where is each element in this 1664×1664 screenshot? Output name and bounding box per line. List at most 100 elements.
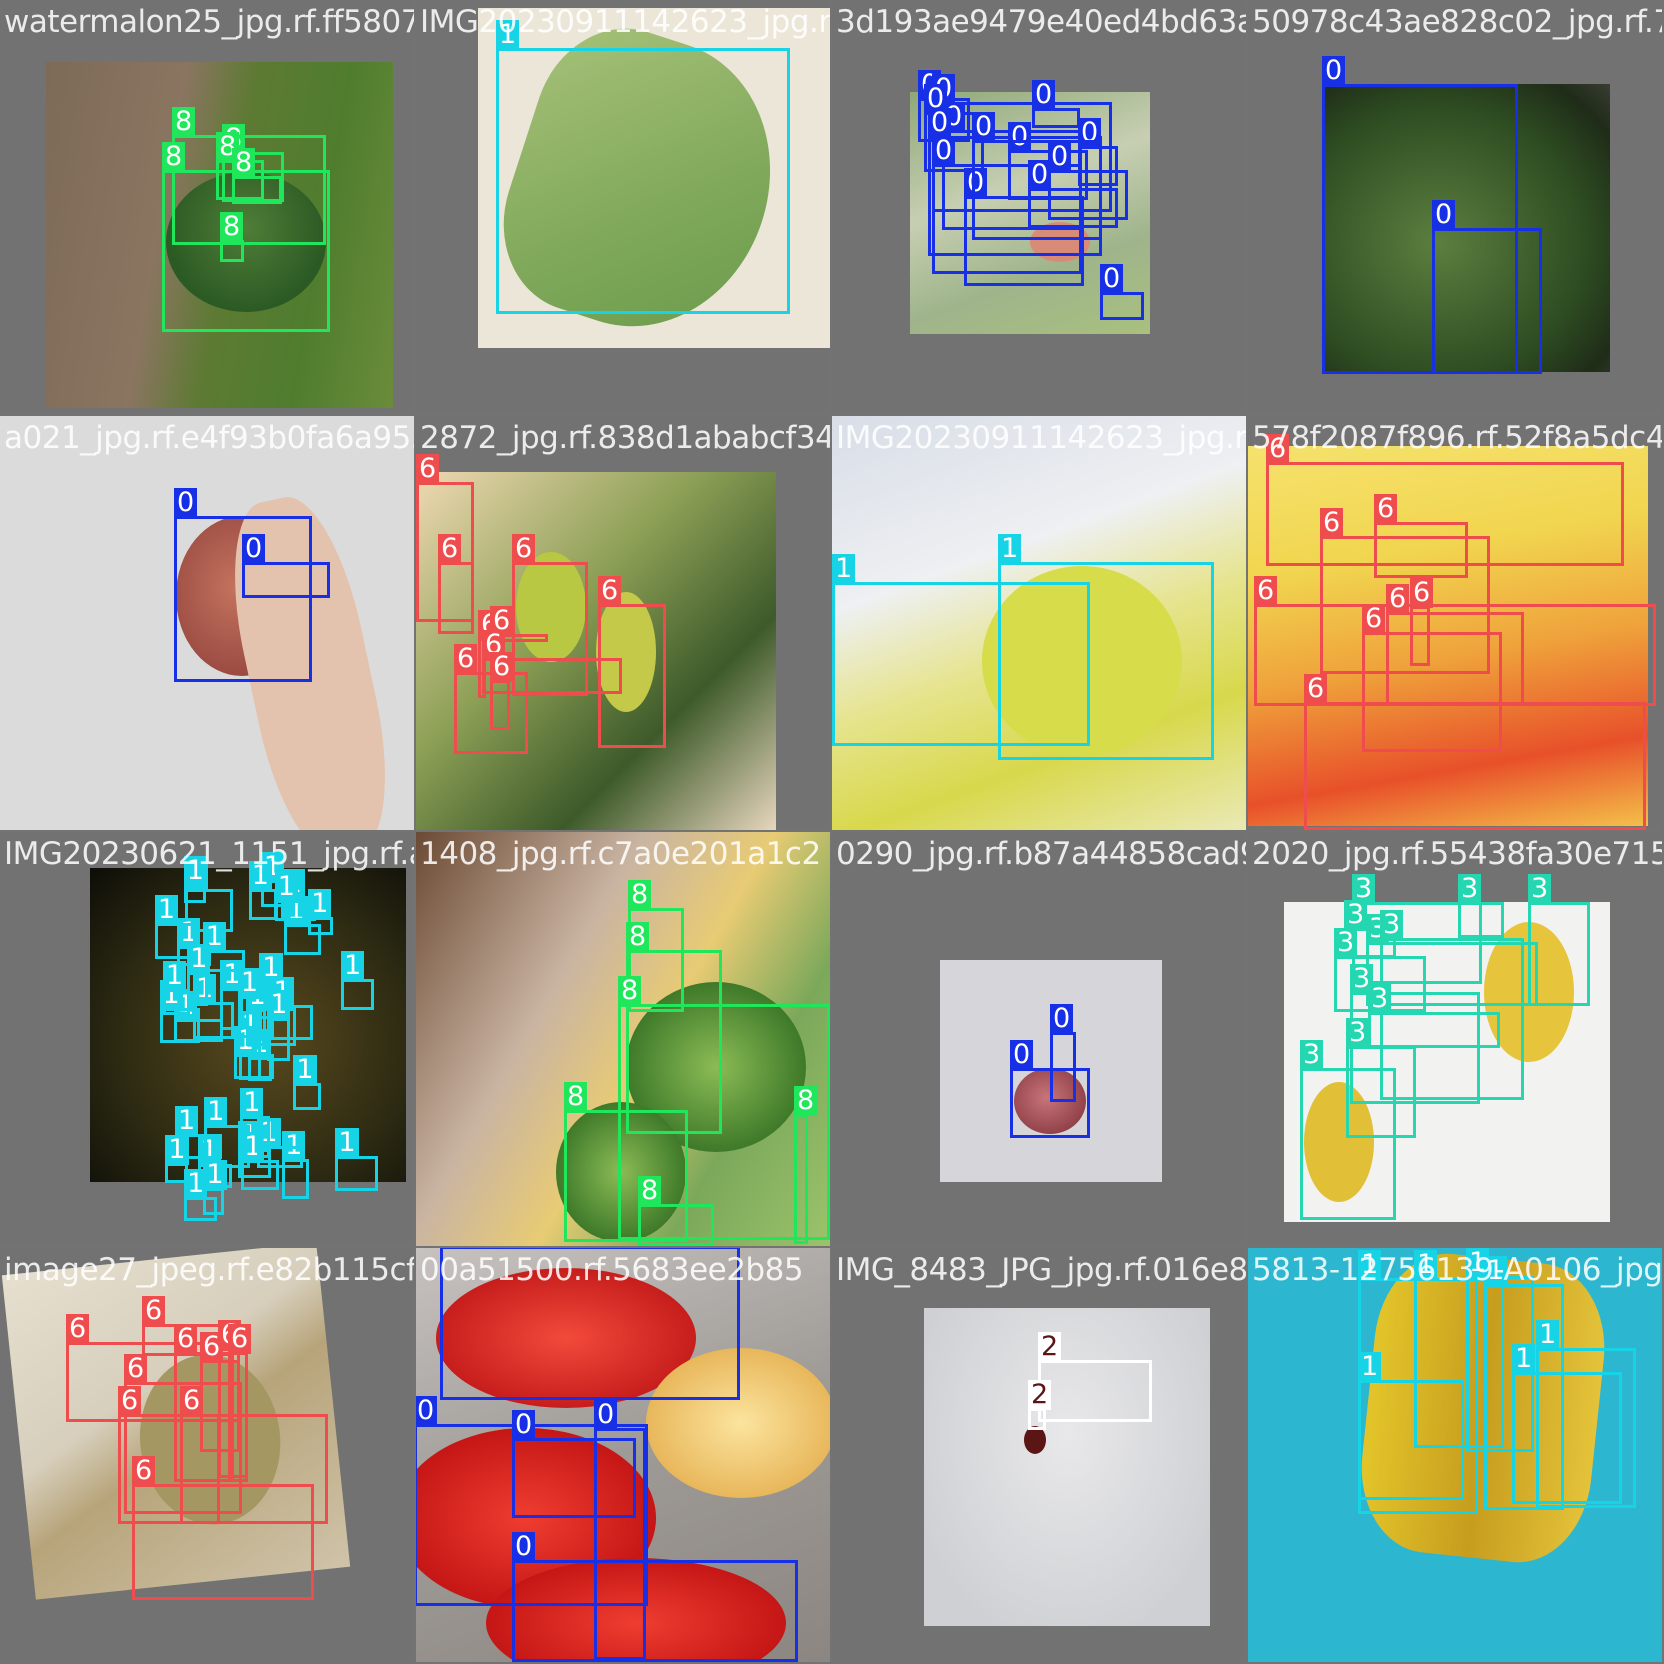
- bbox-label: 1: [1358, 1352, 1382, 1382]
- bbox-label: 1: [175, 1105, 199, 1136]
- bbox-label: 1: [274, 872, 298, 903]
- bbox: 1: [240, 1087, 271, 1158]
- tile-title: 00a51500.rf.5683ee2b85: [420, 1252, 804, 1288]
- bbox-label: 3: [1346, 1018, 1370, 1048]
- tile-title: IMG20230911142623_jpg.rf.0: [420, 4, 830, 40]
- bbox: 6: [1374, 494, 1468, 578]
- bbox-label: 6: [66, 1314, 90, 1344]
- bbox-label: 8: [618, 976, 642, 1006]
- bbox-label: 3: [1458, 874, 1482, 904]
- bbox: 2: [1028, 1380, 1052, 1430]
- bbox-label: 0: [1010, 1040, 1034, 1070]
- bbox: 1: [248, 861, 278, 920]
- tile-hand-apple: a021_jpg.rf.e4f93b0fa6a955 0 0: [0, 416, 414, 830]
- bbox-label: 6: [1386, 584, 1410, 614]
- bbox-label: 1: [308, 889, 332, 920]
- tile-red-apples: 00a51500.rf.5683ee2b85 0 0 0 0 0: [416, 1248, 830, 1662]
- bbox-label: 0: [1032, 80, 1056, 110]
- bbox: 0: [1432, 200, 1542, 374]
- bbox-label: 1: [293, 1054, 317, 1085]
- bbox: 1: [193, 973, 234, 1040]
- bbox-label: 0: [932, 136, 956, 166]
- bbox-label: 8: [172, 107, 196, 137]
- tile-title: IMG20230911142623_jpg.rf.2: [836, 420, 1246, 456]
- tile-green-banana: IMG20230911142623_jpg.rf.0 1: [416, 0, 830, 414]
- bbox: 1: [341, 951, 375, 1011]
- bbox: 0: [972, 112, 1102, 240]
- bbox: 1: [496, 20, 790, 314]
- bbox: 3: [1458, 874, 1504, 938]
- bbox-label: 0: [1432, 200, 1456, 230]
- bbox: 1: [293, 1054, 322, 1111]
- bbox: 6: [438, 534, 474, 634]
- bbox-label: 6: [1410, 578, 1434, 608]
- bbox: 1: [308, 889, 334, 936]
- bbox: 1: [1536, 1320, 1636, 1508]
- bbox: 0: [1032, 80, 1080, 128]
- bbox-label: 6: [1320, 508, 1344, 538]
- tile-title: 578f2087f896.rf.52f8a5dc4: [1252, 420, 1662, 456]
- bbox-label: 1: [237, 968, 262, 999]
- bbox: 0: [1050, 1004, 1076, 1102]
- bbox-label: 2: [1038, 1332, 1062, 1362]
- bbox-label: 0: [416, 1396, 438, 1426]
- bbox-label: 6: [490, 652, 514, 682]
- tile-bananas-blue: 5813-12756139-A0106_jpg 1 1 1 1 1 1 1: [1248, 1248, 1662, 1662]
- bbox-label: 6: [174, 1324, 198, 1354]
- bbox-label: 8: [628, 880, 652, 910]
- bbox-label: 1: [1536, 1320, 1560, 1350]
- bbox-label: 1: [335, 1127, 359, 1158]
- bbox-label: 0: [512, 1532, 536, 1562]
- bbox-label: 8: [794, 1086, 818, 1116]
- tile-green-mango: 50978c43ae828c02_jpg.rf.7d 0 0: [1248, 0, 1662, 414]
- bbox-label: 6: [132, 1456, 156, 1486]
- bbox: 1: [1358, 1352, 1464, 1500]
- bbox-label: 6: [1254, 576, 1278, 606]
- tile-small-apple: 0290_jpg.rf.b87a44858cad99 0 0: [832, 832, 1246, 1246]
- bbox-label: 3: [1300, 1040, 1324, 1070]
- bbox-label: 0: [1100, 264, 1124, 294]
- bbox-label: 1: [154, 894, 179, 925]
- bbox-label: 1: [162, 961, 186, 992]
- tile-title: 2872_jpg.rf.838d1ababcf340c0: [420, 420, 830, 456]
- bbox-label: 6: [438, 534, 462, 564]
- bbox-label: 1: [240, 1087, 264, 1118]
- bbox-label: 6: [200, 1332, 224, 1362]
- bbox-label: 1: [341, 951, 365, 982]
- bbox-label: 0: [1050, 1004, 1074, 1034]
- bbox: 2: [1038, 1332, 1152, 1422]
- bbox-label: 8: [626, 922, 650, 952]
- tile-title: image27_jpeg.rf.e82b115cfa: [4, 1252, 414, 1288]
- bbox: 3: [1300, 1040, 1396, 1220]
- bbox-label: 0: [1322, 56, 1346, 86]
- tile-title: 3d193ae9479e40ed4bd63a: [836, 4, 1246, 40]
- bbox: 1: [165, 1134, 189, 1183]
- bbox: 8: [794, 1086, 818, 1244]
- bbox-label: 1: [1512, 1344, 1536, 1374]
- tile-title: watermalon25_jpg.rf.ff5807cb: [4, 4, 414, 40]
- tile-yellow-mangoes: 2020_jpg.rf.55438fa30e71525 3 3 3 3 3 3 …: [1248, 832, 1662, 1246]
- bbox-label: 6: [228, 1324, 252, 1354]
- bbox: 1: [183, 856, 207, 903]
- bbox: 0: [1100, 264, 1144, 320]
- tile-cherry: IMG_8483_JPG_jpg.rf.016e8 2 2: [832, 1248, 1246, 1662]
- tile-title: 1408_jpg.rf.c7a0e201a1c2: [420, 836, 821, 872]
- tile-title: 5813-12756139-A0106_jpg: [1252, 1252, 1662, 1288]
- bbox-label: 6: [1362, 604, 1386, 634]
- tile-title: 2020_jpg.rf.55438fa30e71525: [1252, 836, 1662, 872]
- tile-pear-tree: 2872_jpg.rf.838d1ababcf340c0 6 6 6 6 6 6…: [416, 416, 830, 830]
- bbox-label: 3: [1368, 984, 1392, 1014]
- bbox: 1: [998, 534, 1214, 760]
- bbox-label: 1: [203, 1159, 227, 1190]
- batch-mosaic: watermalon25_jpg.rf.ff5807cb 8 8 8 8 8 8…: [0, 0, 1664, 1664]
- bbox-label: 1: [998, 534, 1022, 564]
- bbox: 6: [490, 652, 514, 730]
- cherry-shape: [1024, 1426, 1046, 1454]
- tile-title: 50978c43ae828c02_jpg.rf.7d: [1252, 4, 1662, 40]
- bbox: 6: [1304, 674, 1646, 830]
- tile-title: a021_jpg.rf.e4f93b0fa6a955: [4, 420, 414, 456]
- bbox: 0: [512, 1532, 798, 1662]
- tile-title: IMG_8483_JPG_jpg.rf.016e8: [836, 1252, 1246, 1288]
- bbox-label: 1: [165, 1134, 189, 1165]
- tile-apple-orchard: 3d193ae9479e40ed4bd63a 0 0 0 0 0 0 0 0 0…: [832, 0, 1246, 414]
